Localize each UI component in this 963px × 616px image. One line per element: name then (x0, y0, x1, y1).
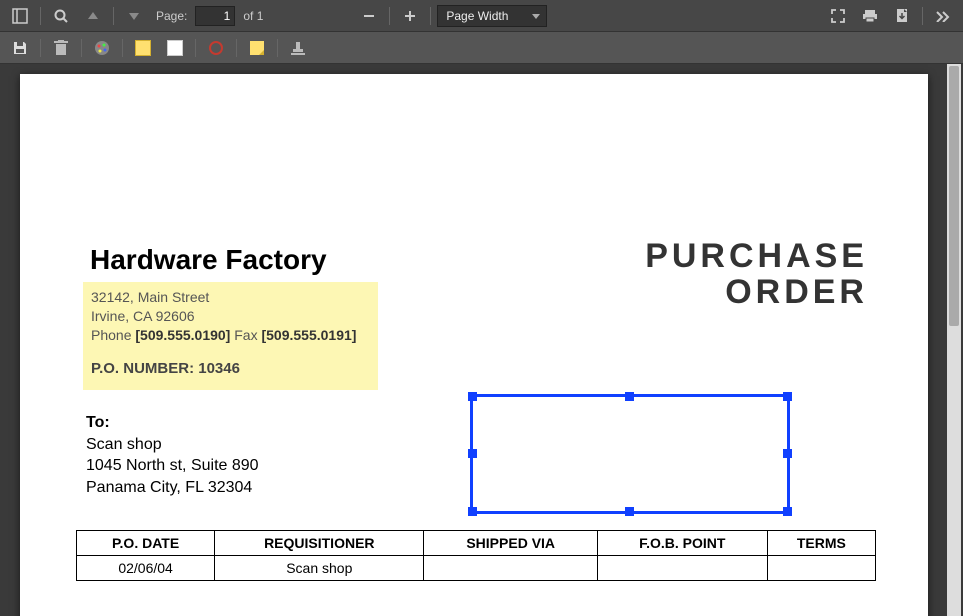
document-viewer: Hardware Factory PURCHASE ORDER 32142, M… (0, 64, 963, 616)
separator (81, 39, 82, 57)
page-number-input[interactable] (195, 6, 235, 26)
sticky-note-icon[interactable] (243, 35, 271, 61)
resize-handle-bottom-left[interactable] (468, 507, 477, 516)
page-up-icon[interactable] (79, 3, 107, 29)
resize-handle-top-left[interactable] (468, 392, 477, 401)
stamp-icon[interactable] (284, 35, 312, 61)
page-down-icon[interactable] (120, 3, 148, 29)
address-line-1: 32142, Main Street (91, 288, 370, 307)
delete-icon[interactable] (47, 35, 75, 61)
shipping-to-block: To: Scan shop 1045 North st, Suite 890 P… (86, 412, 259, 498)
print-icon[interactable] (856, 3, 884, 29)
resize-handle-middle-right[interactable] (783, 449, 792, 458)
separator (122, 39, 123, 57)
to-label: To: (86, 412, 259, 434)
separator (195, 39, 196, 57)
address-line-2: Irvine, CA 92606 (91, 307, 370, 326)
main-toolbar: Page: of 1 Page Width (0, 0, 963, 32)
zoom-select[interactable]: Page Width (437, 5, 547, 27)
stamp-line-1: PURCHASE (645, 239, 868, 275)
separator (113, 7, 114, 25)
zoom-in-icon[interactable] (396, 3, 424, 29)
resize-handle-middle-left[interactable] (468, 449, 477, 458)
page-total-label: of 1 (243, 9, 263, 23)
save-icon[interactable] (6, 35, 34, 61)
td-terms (767, 556, 875, 581)
fullscreen-icon[interactable] (824, 3, 852, 29)
table-header-row: P.O. DATE REQUISITIONER SHIPPED VIA F.O.… (77, 531, 876, 556)
separator (236, 39, 237, 57)
td-requisitioner: Scan shop (215, 556, 424, 581)
zoom-select-value: Page Width (446, 9, 508, 23)
circle-annotation-icon[interactable] (202, 35, 230, 61)
td-fob-point (597, 556, 767, 581)
separator (40, 7, 41, 25)
to-street: 1045 North st, Suite 890 (86, 455, 259, 477)
to-name: Scan shop (86, 434, 259, 456)
highlight-yellow-swatch[interactable] (129, 35, 157, 61)
th-po-date: P.O. DATE (77, 531, 215, 556)
th-terms: TERMS (767, 531, 875, 556)
po-details-table: P.O. DATE REQUISITIONER SHIPPED VIA F.O.… (76, 530, 876, 581)
resize-handle-top-middle[interactable] (625, 392, 634, 401)
annotation-toolbar (0, 32, 963, 64)
color-palette-icon[interactable] (88, 35, 116, 61)
th-fob-point: F.O.B. POINT (597, 531, 767, 556)
separator (389, 7, 390, 25)
resize-handle-top-right[interactable] (783, 392, 792, 401)
separator (922, 7, 923, 25)
download-icon[interactable] (888, 3, 916, 29)
page-label: Page: (156, 9, 187, 23)
resize-handle-bottom-middle[interactable] (625, 507, 634, 516)
scrollbar-thumb[interactable] (949, 66, 959, 326)
td-shipped-via (424, 556, 598, 581)
purchase-order-stamp: PURCHASE ORDER (645, 239, 868, 310)
th-requisitioner: REQUISITIONER (215, 531, 424, 556)
to-city: Panama City, FL 32304 (86, 477, 259, 499)
vertical-scrollbar[interactable] (947, 64, 961, 616)
td-po-date: 02/06/04 (77, 556, 215, 581)
phone-fax-line: Phone [509.555.0190] Fax [509.555.0191] (91, 326, 370, 345)
selection-rectangle[interactable] (470, 394, 790, 514)
zoom-out-icon[interactable] (355, 3, 383, 29)
table-row: 02/06/04 Scan shop (77, 556, 876, 581)
address-highlight[interactable]: 32142, Main Street Irvine, CA 92606 Phon… (83, 282, 378, 390)
highlight-white-swatch[interactable] (161, 35, 189, 61)
page-canvas[interactable]: Hardware Factory PURCHASE ORDER 32142, M… (20, 74, 928, 616)
more-tools-icon[interactable] (929, 3, 957, 29)
separator (277, 39, 278, 57)
separator (40, 39, 41, 57)
company-name: Hardware Factory (90, 244, 327, 276)
separator (430, 7, 431, 25)
resize-handle-bottom-right[interactable] (783, 507, 792, 516)
stamp-line-2: ORDER (645, 275, 868, 311)
sidebar-toggle-icon[interactable] (6, 3, 34, 29)
search-icon[interactable] (47, 3, 75, 29)
po-number: P.O. NUMBER: 10346 (91, 359, 370, 379)
th-shipped-via: SHIPPED VIA (424, 531, 598, 556)
